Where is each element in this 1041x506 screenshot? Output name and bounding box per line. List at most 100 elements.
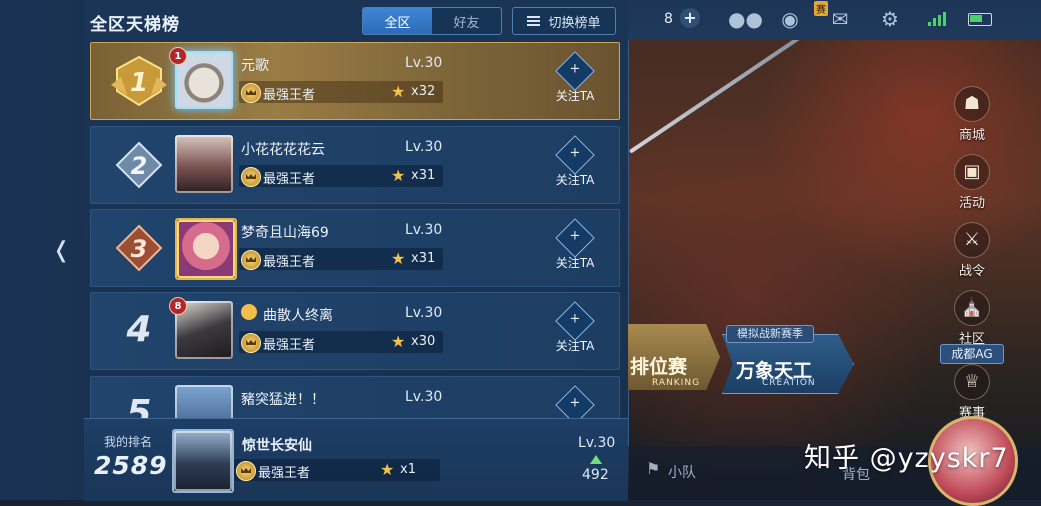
- follow-button[interactable]: + 关注TA: [549, 218, 601, 271]
- follow-button[interactable]: + 关注TA: [549, 301, 601, 354]
- ladder-row[interactable]: 4 8 曲散人终离 Lv.30 最强王者 ★ x30 + 关注TA: [90, 292, 620, 370]
- star-count: x30: [411, 334, 436, 349]
- my-rank-bar: 我的排名 2589 惊世长安仙 最强王者 ★ x1 Lv.30 492: [84, 418, 628, 501]
- my-points: 492: [582, 467, 609, 483]
- player-name: 豬突猛进！！: [241, 392, 325, 408]
- avatar[interactable]: [175, 218, 237, 280]
- menu-activity[interactable]: ▣ 活动: [942, 154, 1002, 211]
- my-rank-label: 我的排名: [104, 435, 153, 449]
- silver-rank-badge-icon: 2: [115, 141, 163, 189]
- honor-icon: [241, 304, 257, 320]
- guild-tag[interactable]: 成都AG: [940, 344, 1004, 364]
- menu-community[interactable]: ⛪ 社区: [942, 290, 1002, 347]
- follow-button[interactable]: +: [549, 385, 601, 419]
- star-icon: ★: [391, 249, 406, 268]
- rank-title-bar: 最强王者 ★ x30: [239, 331, 443, 353]
- rank-title: 最强王者: [263, 172, 316, 187]
- crown-icon: [241, 167, 261, 187]
- add-friend-icon: +: [555, 301, 595, 341]
- rank-number: 3: [131, 235, 148, 263]
- gear-icon[interactable]: ⚙: [878, 8, 902, 30]
- crown-icon: [241, 83, 261, 103]
- panel-title: 全区天梯榜: [90, 15, 180, 35]
- player-name: 小花花花花云: [241, 142, 325, 158]
- avatar-frame: [175, 385, 233, 419]
- list-icon: [527, 16, 541, 26]
- battle-pass-icon: ⚔: [954, 222, 990, 258]
- back-arrow-icon[interactable]: ❬: [52, 238, 72, 263]
- rank-up-arrow-icon: [590, 455, 602, 464]
- star-icon: ★: [380, 460, 395, 479]
- ladder-row[interactable]: 2 小花花花花云 Lv.30 最强王者 ★ x31 + 关注TA: [90, 126, 620, 204]
- menu-label: 商城: [958, 128, 985, 143]
- player-name: 元歌: [241, 58, 269, 74]
- follow-button[interactable]: + 关注TA: [549, 51, 601, 104]
- vip-level-badge: 1: [169, 47, 187, 65]
- add-friend-icon: +: [555, 385, 595, 419]
- ranked-mode-sub: RANKING: [652, 378, 701, 388]
- friends-icon[interactable]: ●●: [728, 8, 763, 30]
- ladder-row[interactable]: 5 豬突猛进！！ Lv.30 +: [90, 376, 620, 419]
- gold-rank-badge-icon: 1: [111, 55, 167, 107]
- ladder-row[interactable]: 3 梦奇且山海69 Lv.30 最强王者 ★ x31 + 关注TA: [90, 209, 620, 287]
- bronze-rank-badge-icon: 3: [115, 224, 163, 272]
- avatar-frame: [177, 220, 235, 278]
- tab-friends[interactable]: 好友: [432, 8, 501, 34]
- rank-title: 最强王者: [263, 338, 316, 353]
- avatar[interactable]: [175, 135, 233, 193]
- avatar-frame: [175, 135, 233, 193]
- sim-mode-tag: 模拟战新赛季: [726, 325, 814, 343]
- star-count: x31: [411, 168, 436, 183]
- player-level: Lv.30: [405, 222, 443, 238]
- my-level: Lv.30: [578, 435, 616, 451]
- add-friend-icon: +: [555, 218, 595, 258]
- menu-battle-pass[interactable]: ⚔ 战令: [942, 222, 1002, 279]
- rank-title: 最强王者: [263, 255, 316, 270]
- star-count: x31: [411, 251, 436, 266]
- my-avatar[interactable]: [172, 429, 234, 493]
- crown-icon: [236, 461, 256, 481]
- my-rank-number: 2589: [94, 451, 168, 480]
- star-count: x32: [411, 84, 436, 99]
- ladder-panel: 全区天梯榜 全区 好友 切换榜单 1 1 元歌 Lv.30 最强王者 ★ x32…: [84, 0, 629, 501]
- shop-icon: ☗: [954, 86, 990, 122]
- community-icon: ⛪: [954, 290, 990, 326]
- player-name: 梦奇且山海69: [241, 225, 329, 241]
- vip-level-badge: 8: [169, 297, 187, 315]
- player-level: Lv.30: [405, 389, 443, 405]
- rank-number: 4: [126, 309, 152, 350]
- rank-title-bar: 最强王者 ★ x1: [234, 459, 440, 481]
- ladder-row[interactable]: 1 1 元歌 Lv.30 最强王者 ★ x32 + 关注TA: [90, 42, 620, 120]
- follow-button[interactable]: + 关注TA: [549, 135, 601, 188]
- mail-icon[interactable]: ✉: [828, 8, 852, 30]
- star-count: x1: [400, 462, 416, 477]
- activity-icon: ▣: [954, 154, 990, 190]
- avatar[interactable]: [175, 385, 233, 419]
- rank-title-bar: 最强王者 ★ x32: [239, 81, 443, 103]
- eye-icon[interactable]: ◉: [778, 8, 802, 30]
- battery-icon: [968, 13, 992, 26]
- crown-icon: [241, 333, 261, 353]
- new-badge: 赛: [814, 1, 828, 16]
- star-icon: ★: [391, 166, 406, 185]
- watermark: 知乎 @yzyskr7: [804, 443, 1009, 474]
- tab-all-region[interactable]: 全区: [363, 8, 432, 34]
- star-icon: ★: [391, 82, 406, 101]
- menu-events[interactable]: ♕ 赛事: [942, 364, 1002, 421]
- rank-title: 最强王者: [263, 88, 316, 103]
- team-button[interactable]: 小队: [668, 462, 696, 482]
- ranked-mode-label: 排位赛: [630, 356, 688, 378]
- menu-label: 活动: [958, 196, 985, 211]
- crown-icon: [241, 250, 261, 270]
- my-player-name: 惊世长安仙: [242, 438, 312, 454]
- trophy-icon: ♕: [954, 364, 990, 400]
- menu-shop[interactable]: ☗ 商城: [942, 86, 1002, 143]
- player-level: Lv.30: [405, 55, 443, 71]
- scope-tabs: 全区 好友: [362, 7, 502, 35]
- rank-number: 5: [126, 393, 152, 419]
- rank-title-bar: 最强王者 ★ x31: [239, 165, 443, 187]
- menu-label: 战令: [958, 264, 985, 279]
- player-level: Lv.30: [405, 139, 443, 155]
- add-currency-icon[interactable]: +: [680, 8, 700, 28]
- switch-list-button[interactable]: 切换榜单: [512, 7, 616, 35]
